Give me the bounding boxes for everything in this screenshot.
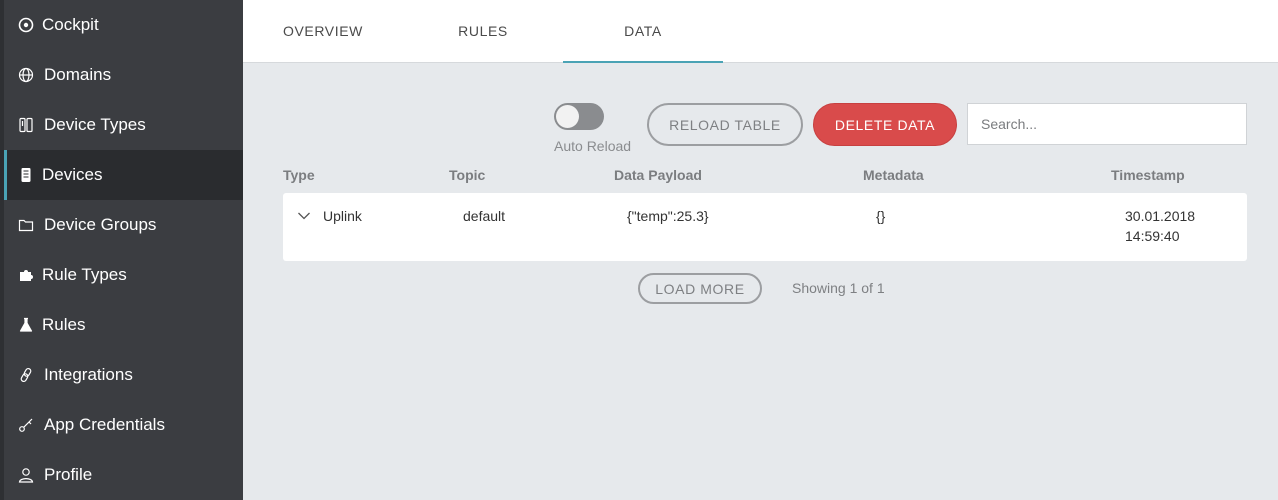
sidebar-item-cockpit[interactable]: Cockpit <box>0 0 243 50</box>
sidebar-item-domains[interactable]: Domains <box>0 50 243 100</box>
sidebar: Cockpit Domains Device Types Devices Dev… <box>0 0 243 500</box>
sidebar-item-device-types[interactable]: Device Types <box>0 100 243 150</box>
reload-table-button[interactable]: RELOAD TABLE <box>647 103 803 146</box>
auto-reload-label: Auto Reload <box>554 138 632 154</box>
showing-count: Showing 1 of 1 <box>792 280 885 296</box>
load-more-button[interactable]: LOAD MORE <box>638 273 762 304</box>
cell-type: Uplink <box>323 208 362 224</box>
link-icon <box>17 366 35 384</box>
sidebar-item-label: Rule Types <box>42 265 127 284</box>
flask-icon <box>17 316 35 334</box>
sidebar-item-label: Integrations <box>44 365 133 384</box>
sidebar-item-device-groups[interactable]: Device Groups <box>0 200 243 250</box>
sidebar-item-rules[interactable]: Rules <box>0 300 243 350</box>
cell-topic: default <box>463 208 506 224</box>
toggle-knob <box>556 105 579 128</box>
tab-bar: OVERVIEW RULES DATA <box>243 0 1278 63</box>
cell-timestamp-time: 14:59:40 <box>1125 228 1180 244</box>
tab-rules[interactable]: RULES <box>403 0 563 62</box>
puzzle-icon <box>17 266 35 284</box>
column-header-metadata[interactable]: Metadata <box>863 167 924 183</box>
sidebar-item-app-credentials[interactable]: App Credentials <box>0 400 243 450</box>
sidebar-item-label: Cockpit <box>42 15 99 34</box>
device-types-icon <box>17 116 35 134</box>
globe-icon <box>17 66 35 84</box>
column-header-topic[interactable]: Topic <box>449 167 485 183</box>
user-icon <box>17 466 35 484</box>
device-icon <box>17 166 35 184</box>
tab-overview[interactable]: OVERVIEW <box>243 0 403 62</box>
sidebar-item-label: Device Groups <box>44 215 157 234</box>
sidebar-item-rule-types[interactable]: Rule Types <box>0 250 243 300</box>
cell-timestamp-date: 30.01.2018 <box>1125 208 1196 224</box>
sidebar-item-integrations[interactable]: Integrations <box>0 350 243 400</box>
chevron-down-icon[interactable] <box>297 209 311 223</box>
column-header-type[interactable]: Type <box>283 167 315 183</box>
sidebar-item-label: Domains <box>44 65 112 84</box>
key-icon <box>17 416 35 434</box>
sidebar-item-profile[interactable]: Profile <box>0 450 243 500</box>
auto-reload-toggle[interactable] <box>554 103 604 130</box>
search-input[interactable] <box>967 103 1247 145</box>
sidebar-item-label: Profile <box>44 465 93 484</box>
folder-icon <box>17 216 35 234</box>
tab-data[interactable]: DATA <box>563 0 723 63</box>
sidebar-item-label: Devices <box>42 165 103 184</box>
table-row[interactable]: Uplink default {"temp":25.3} {} 30.01.20… <box>283 193 1247 261</box>
column-header-data-payload[interactable]: Data Payload <box>614 167 702 183</box>
compass-icon <box>17 16 35 34</box>
delete-data-button[interactable]: DELETE DATA <box>813 103 957 146</box>
sidebar-item-label: App Credentials <box>44 415 165 434</box>
column-header-timestamp[interactable]: Timestamp <box>1111 167 1185 183</box>
cell-data-payload: {"temp":25.3} <box>627 208 709 224</box>
sidebar-item-label: Rules <box>42 315 86 334</box>
cell-metadata: {} <box>876 208 886 224</box>
sidebar-item-label: Device Types <box>44 115 146 134</box>
sidebar-item-devices[interactable]: Devices <box>0 150 243 200</box>
